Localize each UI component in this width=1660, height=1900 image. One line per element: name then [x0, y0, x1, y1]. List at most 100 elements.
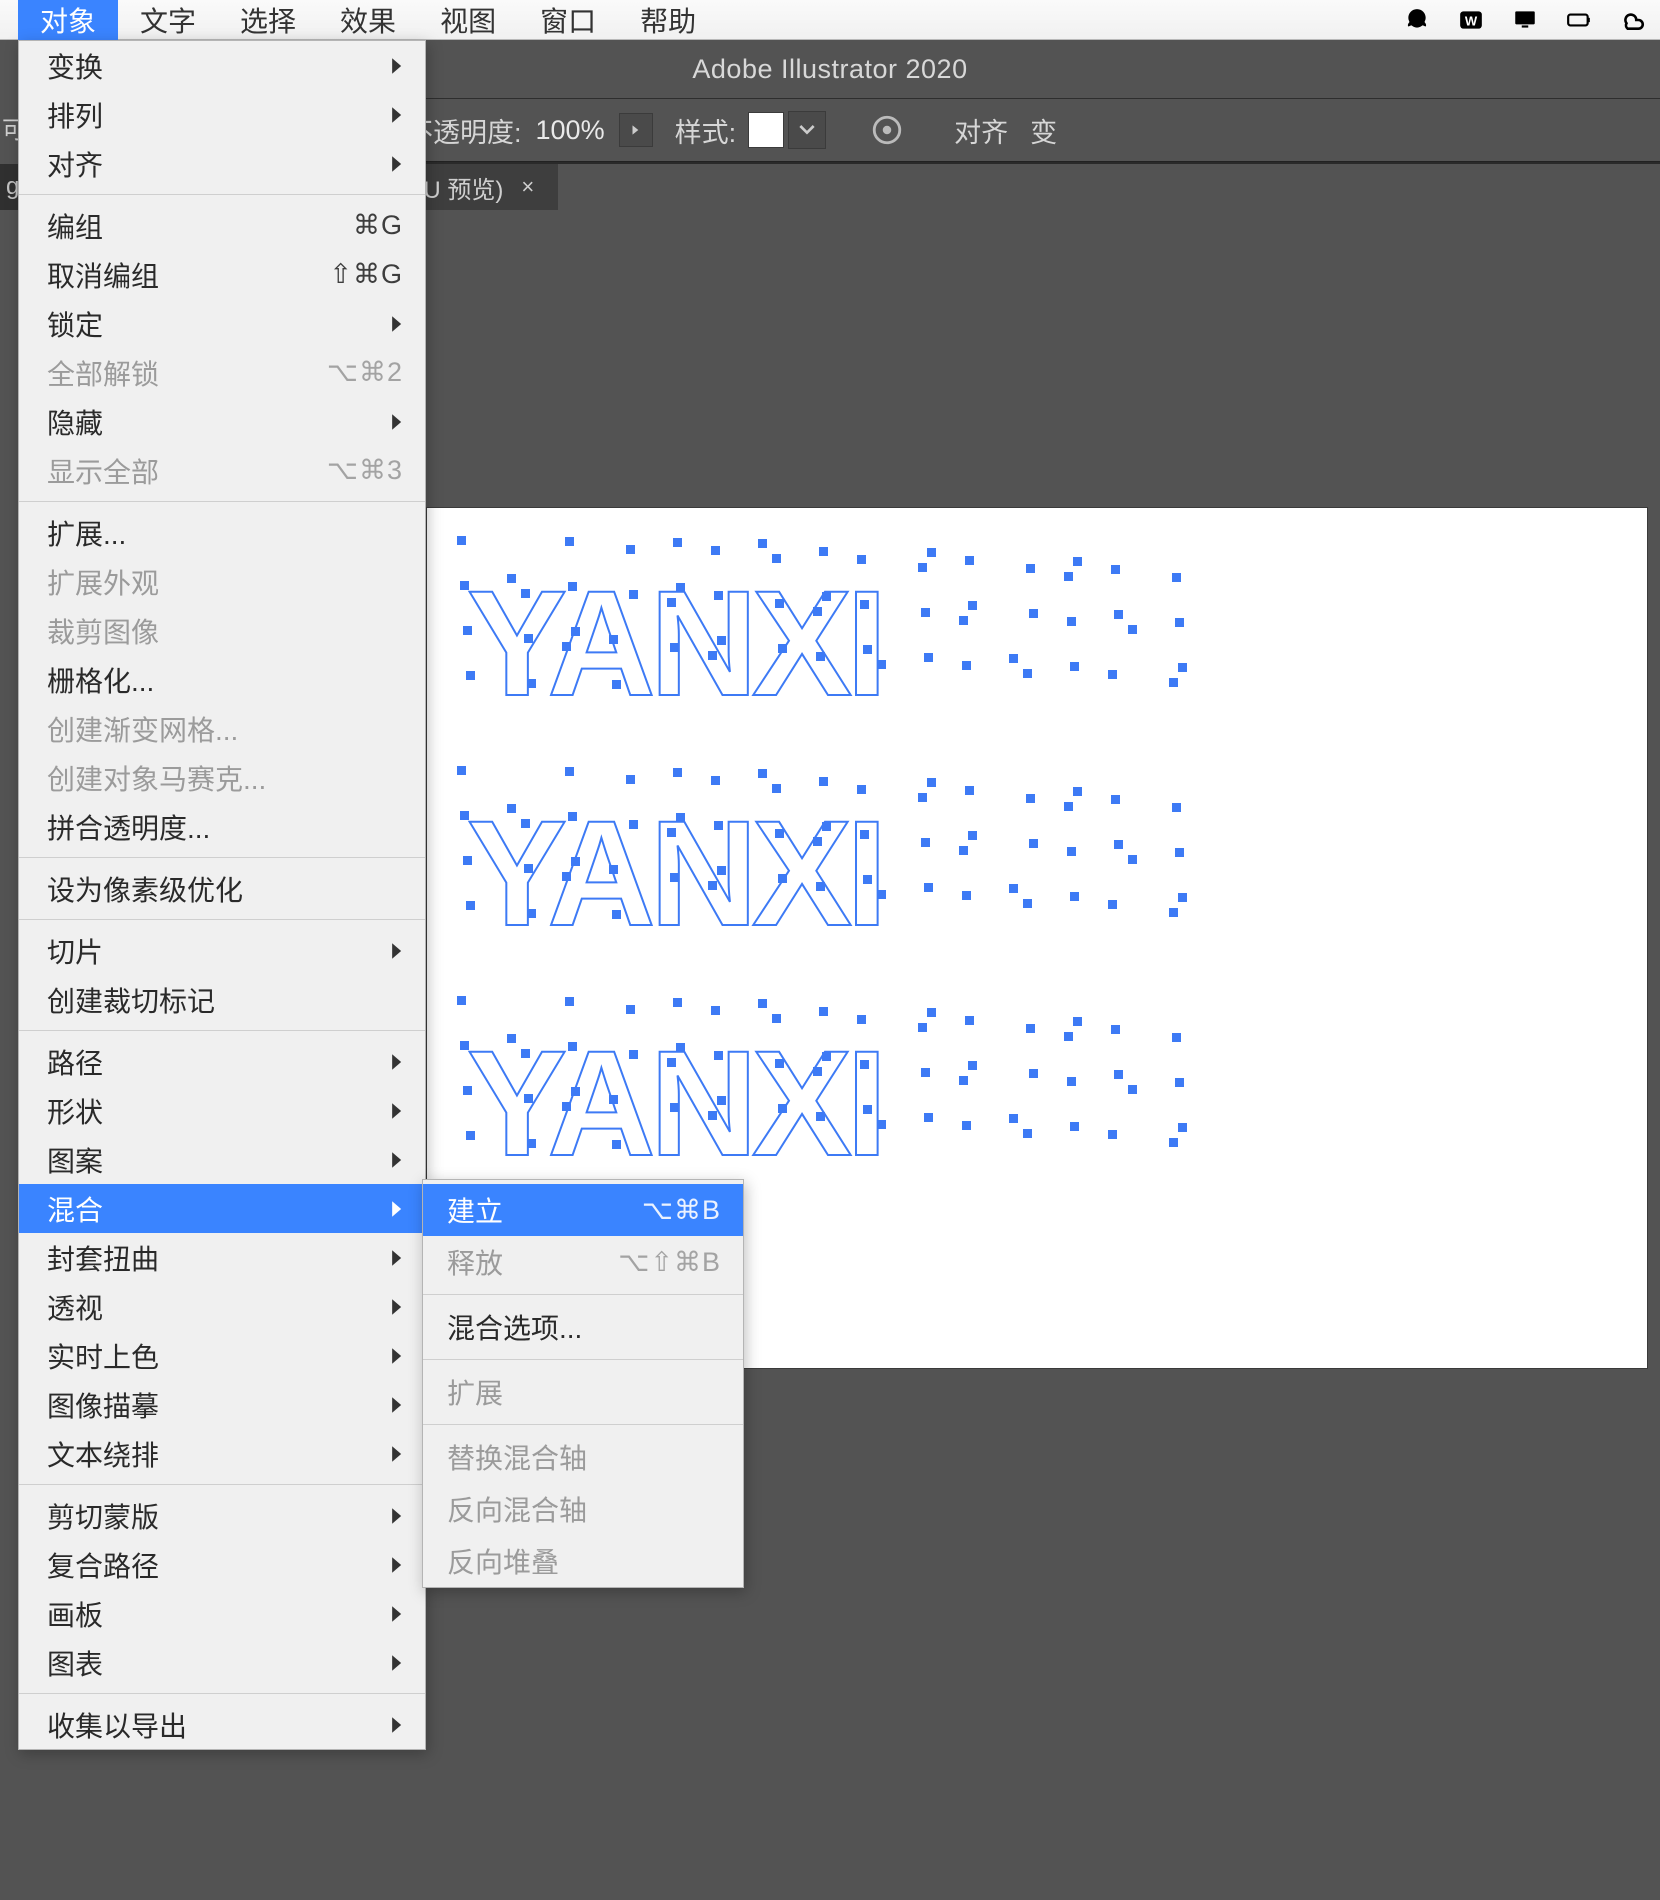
anchor-point[interactable]: [758, 769, 767, 778]
anchor-point[interactable]: [813, 607, 822, 616]
anchor-point[interactable]: [927, 1008, 936, 1017]
anchor-point[interactable]: [1108, 1130, 1117, 1139]
anchor-point[interactable]: [816, 652, 825, 661]
menu-select[interactable]: 选择: [218, 0, 318, 40]
anchor-point[interactable]: [612, 680, 621, 689]
menu-view[interactable]: 视图: [418, 0, 518, 40]
anchor-point[interactable]: [775, 599, 784, 608]
anchor-point[interactable]: [860, 1060, 869, 1069]
anchor-point[interactable]: [1070, 662, 1079, 671]
anchor-point[interactable]: [1111, 795, 1120, 804]
menu-item[interactable]: 图表: [19, 1638, 425, 1687]
recolor-icon[interactable]: [870, 113, 904, 147]
anchor-point[interactable]: [626, 775, 635, 784]
anchor-point[interactable]: [863, 1105, 872, 1114]
anchor-point[interactable]: [1073, 1017, 1082, 1026]
anchor-point[interactable]: [1064, 1032, 1073, 1041]
anchor-point[interactable]: [667, 828, 676, 837]
anchor-point[interactable]: [1026, 564, 1035, 573]
anchor-point[interactable]: [877, 660, 886, 669]
anchor-point[interactable]: [629, 1050, 638, 1059]
anchor-point[interactable]: [524, 864, 533, 873]
anchor-point[interactable]: [918, 793, 927, 802]
tray-cc-icon[interactable]: [1614, 7, 1652, 33]
anchor-point[interactable]: [507, 804, 516, 813]
anchor-point[interactable]: [466, 1131, 475, 1140]
anchor-point[interactable]: [1029, 609, 1038, 618]
anchor-point[interactable]: [1009, 1114, 1018, 1123]
menu-item[interactable]: 画板: [19, 1589, 425, 1638]
transform-label-frag[interactable]: 变: [1030, 111, 1057, 150]
anchor-point[interactable]: [1114, 1070, 1123, 1079]
anchor-point[interactable]: [463, 626, 472, 635]
anchor-point[interactable]: [670, 1103, 679, 1112]
anchor-point[interactable]: [921, 608, 930, 617]
menu-item[interactable]: 图案: [19, 1135, 425, 1184]
menu-item[interactable]: 拼合透明度...: [19, 802, 425, 851]
anchor-point[interactable]: [863, 875, 872, 884]
anchor-point[interactable]: [1023, 669, 1032, 678]
tray-qq-icon[interactable]: [1398, 7, 1436, 33]
anchor-point[interactable]: [1128, 855, 1137, 864]
anchor-point[interactable]: [568, 582, 577, 591]
anchor-point[interactable]: [460, 811, 469, 820]
menu-item[interactable]: 变换: [19, 41, 425, 90]
anchor-point[interactable]: [1178, 893, 1187, 902]
anchor-point[interactable]: [924, 1113, 933, 1122]
menu-item[interactable]: 收集以导出: [19, 1700, 425, 1749]
anchor-point[interactable]: [1023, 899, 1032, 908]
anchor-point[interactable]: [1169, 678, 1178, 687]
menu-item[interactable]: 路径: [19, 1037, 425, 1086]
anchor-point[interactable]: [667, 1058, 676, 1067]
anchor-point[interactable]: [562, 1102, 571, 1111]
anchor-point[interactable]: [527, 909, 536, 918]
anchor-point[interactable]: [670, 643, 679, 652]
anchor-point[interactable]: [1178, 663, 1187, 672]
submenu-item[interactable]: 混合选项...: [423, 1301, 743, 1353]
style-dropdown[interactable]: [788, 111, 826, 149]
anchor-point[interactable]: [965, 1016, 974, 1025]
align-label[interactable]: 对齐: [954, 111, 1008, 150]
anchor-point[interactable]: [1128, 625, 1137, 634]
anchor-point[interactable]: [1070, 1122, 1079, 1131]
menu-item[interactable]: 取消编组⇧⌘G: [19, 250, 425, 299]
menu-item[interactable]: 透视: [19, 1282, 425, 1331]
anchor-point[interactable]: [1128, 1085, 1137, 1094]
anchor-point[interactable]: [612, 910, 621, 919]
anchor-point[interactable]: [968, 601, 977, 610]
menu-help[interactable]: 帮助: [618, 0, 718, 40]
anchor-point[interactable]: [521, 1049, 530, 1058]
anchor-point[interactable]: [772, 554, 781, 563]
style-swatch[interactable]: [748, 112, 784, 148]
anchor-point[interactable]: [673, 768, 682, 777]
anchor-point[interactable]: [466, 901, 475, 910]
anchor-point[interactable]: [568, 812, 577, 821]
anchor-point[interactable]: [1067, 1077, 1076, 1086]
anchor-point[interactable]: [962, 1121, 971, 1130]
anchor-point[interactable]: [1073, 557, 1082, 566]
anchor-point[interactable]: [965, 786, 974, 795]
anchor-point[interactable]: [667, 598, 676, 607]
anchor-point[interactable]: [1178, 1123, 1187, 1132]
anchor-point[interactable]: [962, 661, 971, 670]
anchor-point[interactable]: [676, 813, 685, 822]
anchor-point[interactable]: [629, 820, 638, 829]
anchor-point[interactable]: [460, 1041, 469, 1050]
anchor-point[interactable]: [921, 1068, 930, 1077]
anchor-point[interactable]: [673, 998, 682, 1007]
menu-type[interactable]: 文字: [118, 0, 218, 40]
anchor-point[interactable]: [857, 785, 866, 794]
anchor-point[interactable]: [1175, 618, 1184, 627]
anchor-point[interactable]: [968, 1061, 977, 1070]
menu-item[interactable]: 编组⌘G: [19, 201, 425, 250]
anchor-point[interactable]: [626, 1005, 635, 1014]
anchor-point[interactable]: [1029, 1069, 1038, 1078]
menu-item[interactable]: 设为像素级优化: [19, 864, 425, 913]
anchor-point[interactable]: [813, 1067, 822, 1076]
opacity-step[interactable]: [619, 113, 653, 147]
anchor-point[interactable]: [521, 819, 530, 828]
anchor-point[interactable]: [708, 651, 717, 660]
anchor-point[interactable]: [860, 600, 869, 609]
anchor-point[interactable]: [1114, 840, 1123, 849]
anchor-point[interactable]: [778, 644, 787, 653]
